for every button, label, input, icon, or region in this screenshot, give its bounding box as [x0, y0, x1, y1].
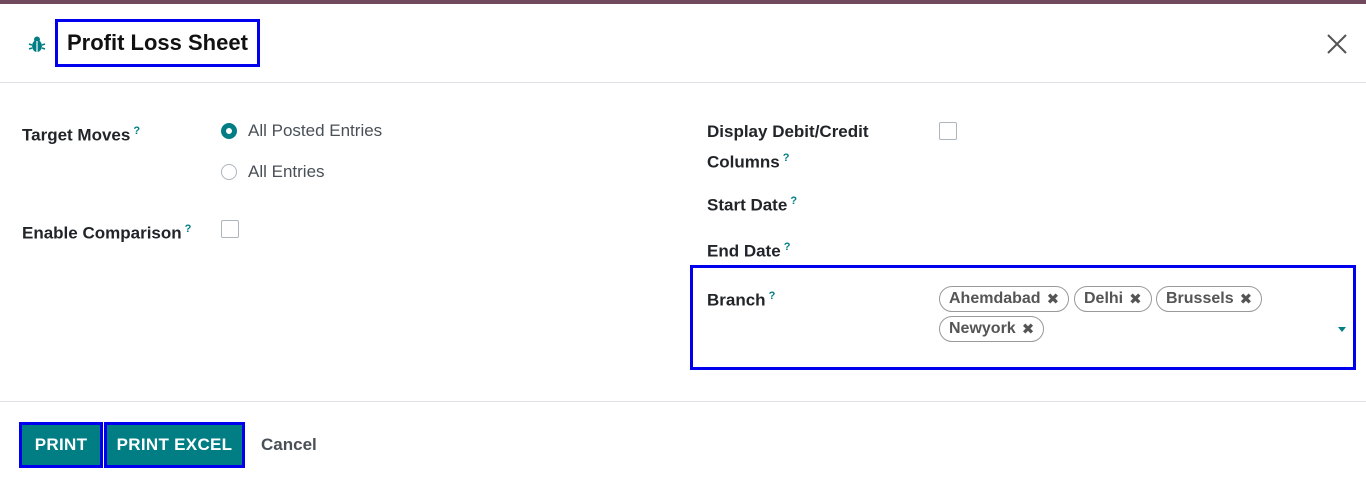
branch-label-text: Branch	[707, 290, 766, 310]
branch-tag: Brussels ✖	[1156, 286, 1263, 312]
branch-tag: Delhi ✖	[1074, 286, 1152, 312]
display-debit-credit-checkbox[interactable]	[939, 122, 957, 140]
dialog-title: Profit Loss Sheet	[67, 30, 248, 55]
remove-tag-icon[interactable]: ✖	[1240, 290, 1253, 308]
remove-tag-icon[interactable]: ✖	[1022, 320, 1035, 338]
branch-tag-label: Newyork	[949, 320, 1016, 337]
radio-label-all-posted-entries[interactable]: All Posted Entries	[248, 121, 382, 141]
remove-tag-icon[interactable]: ✖	[1129, 290, 1142, 308]
display-debit-credit-line1: Display Debit/Credit	[707, 122, 869, 141]
branch-tag-label: Ahemdabad	[949, 290, 1041, 307]
branch-field-highlight: Branch? Ahemdabad ✖ Delhi ✖ Brussels ✖ N…	[690, 265, 1356, 370]
display-debit-credit-line2: Columns	[707, 152, 780, 172]
enable-comparison-label-text: Enable Comparison	[22, 223, 182, 243]
radio-all-posted-entries[interactable]	[221, 123, 237, 139]
branch-tag-label: Delhi	[1084, 290, 1124, 307]
bug-icon[interactable]	[27, 34, 47, 54]
cancel-button[interactable]: Cancel	[261, 434, 317, 456]
radio-all-entries[interactable]	[221, 164, 237, 180]
footer-divider	[0, 401, 1366, 402]
help-icon[interactable]: ?	[790, 195, 797, 207]
print-excel-button-highlight: PRINT EXCEL	[104, 422, 245, 468]
help-icon[interactable]: ?	[133, 125, 140, 137]
start-date-label-text: Start Date	[707, 195, 788, 215]
branch-tag: Ahemdabad ✖	[939, 286, 1070, 312]
start-date-label: Start Date?	[707, 188, 797, 219]
target-moves-label-text: Target Moves	[22, 125, 131, 145]
dialog-title-highlight: Profit Loss Sheet	[55, 19, 260, 67]
help-icon[interactable]: ?	[784, 241, 791, 253]
end-date-label-text: End Date	[707, 241, 781, 261]
enable-comparison-label: Enable Comparison?	[22, 216, 191, 247]
dialog-header: Profit Loss Sheet	[0, 4, 1366, 83]
radio-label-all-entries[interactable]: All Entries	[248, 162, 325, 182]
remove-tag-icon[interactable]: ✖	[1047, 290, 1060, 308]
print-button[interactable]: PRINT	[22, 425, 100, 465]
dropdown-caret-icon[interactable]	[1338, 327, 1346, 332]
print-button-highlight: PRINT	[19, 422, 103, 468]
help-icon[interactable]: ?	[185, 223, 192, 235]
target-moves-label: Target Moves?	[22, 118, 140, 149]
branch-tag-label: Brussels	[1166, 290, 1234, 307]
help-icon[interactable]: ?	[769, 290, 776, 302]
branch-label: Branch?	[707, 283, 775, 314]
print-excel-button[interactable]: PRINT EXCEL	[107, 425, 242, 465]
display-debit-credit-label: Display Debit/Credit Columns?	[707, 118, 869, 176]
end-date-label: End Date?	[707, 234, 790, 265]
enable-comparison-checkbox[interactable]	[221, 220, 239, 238]
branch-tag: Newyork ✖	[939, 316, 1045, 342]
close-icon[interactable]	[1325, 32, 1349, 56]
help-icon[interactable]: ?	[783, 152, 790, 164]
